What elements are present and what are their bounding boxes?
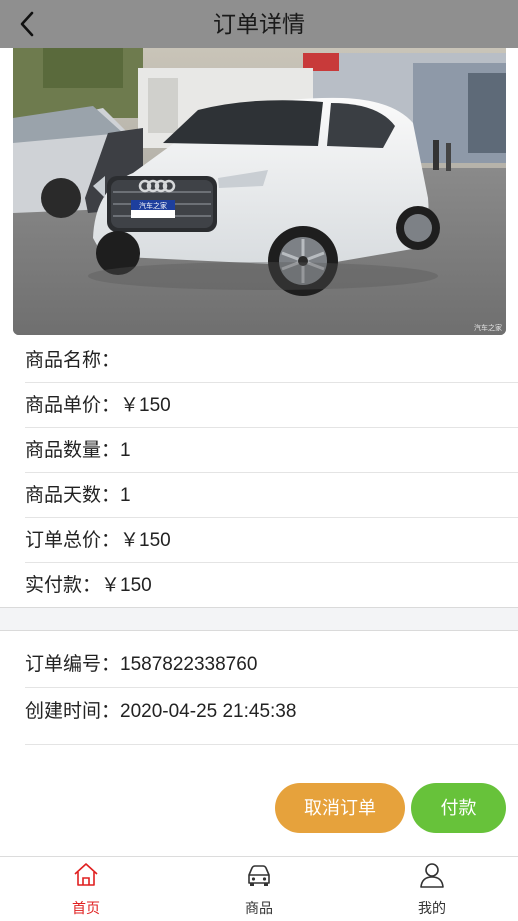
tab-home[interactable]: 首页: [36, 857, 136, 921]
quantity-value: 1: [120, 440, 131, 461]
product-image: 汽车之家 汽车之家: [13, 48, 506, 335]
home-icon: [74, 863, 98, 886]
tab-goods[interactable]: 商品: [209, 857, 309, 921]
user-icon: [420, 863, 444, 888]
order-total-row: 订单总价：￥150: [25, 518, 518, 563]
car-photo: 汽车之家: [13, 48, 506, 335]
unit-price-label: 商品单价：: [25, 395, 121, 416]
unit-price-value: ￥150: [120, 395, 171, 416]
days-row: 商品天数：1: [25, 473, 518, 518]
plate-text: 汽车之家: [139, 201, 167, 210]
product-info-list: 商品名称： 商品单价：￥150 商品数量：1 商品天数：1 订单总价：￥150 …: [0, 338, 518, 608]
paid-amount-value: ￥150: [101, 575, 152, 596]
pay-button[interactable]: 付款: [411, 783, 506, 833]
unit-price-row: 商品单价：￥150: [25, 383, 518, 428]
order-number-label: 订单编号：: [25, 654, 121, 675]
page-title: 订单详情: [213, 11, 305, 37]
order-total-label: 订单总价：: [25, 530, 121, 551]
order-total-value: ￥150: [120, 530, 171, 551]
order-meta: 订单编号：1587822338760 创建时间：2020-04-25 21:45…: [0, 631, 518, 745]
car-icon: [248, 865, 270, 886]
product-name-row: 商品名称：: [25, 338, 518, 383]
bottom-tabbar: 首页 商品 我的: [0, 856, 518, 921]
tab-mine[interactable]: 我的: [382, 857, 482, 921]
tab-mine-label: 我的: [418, 900, 446, 916]
days-value: 1: [120, 485, 131, 506]
product-name-label: 商品名称：: [25, 350, 121, 371]
created-time-label: 创建时间：: [25, 701, 121, 722]
photo-watermark: 汽车之家: [474, 325, 502, 332]
section-divider: [0, 607, 518, 631]
created-time-value: 2020-04-25 21:45:38: [120, 701, 297, 722]
paid-amount-label: 实付款：: [25, 575, 102, 596]
order-number-value: 1587822338760: [120, 654, 258, 675]
quantity-label: 商品数量：: [25, 440, 121, 461]
order-number-row: 订单编号：1587822338760: [25, 631, 518, 688]
tab-goods-label: 商品: [245, 900, 273, 916]
days-label: 商品天数：: [25, 485, 121, 506]
paid-amount-row: 实付款：￥150: [25, 563, 518, 608]
quantity-row: 商品数量：1: [25, 428, 518, 473]
created-time-row: 创建时间：2020-04-25 21:45:38: [25, 688, 518, 745]
cancel-order-button[interactable]: 取消订单: [275, 783, 405, 833]
top-header: 订单详情: [0, 0, 518, 48]
tab-home-label: 首页: [72, 900, 100, 916]
